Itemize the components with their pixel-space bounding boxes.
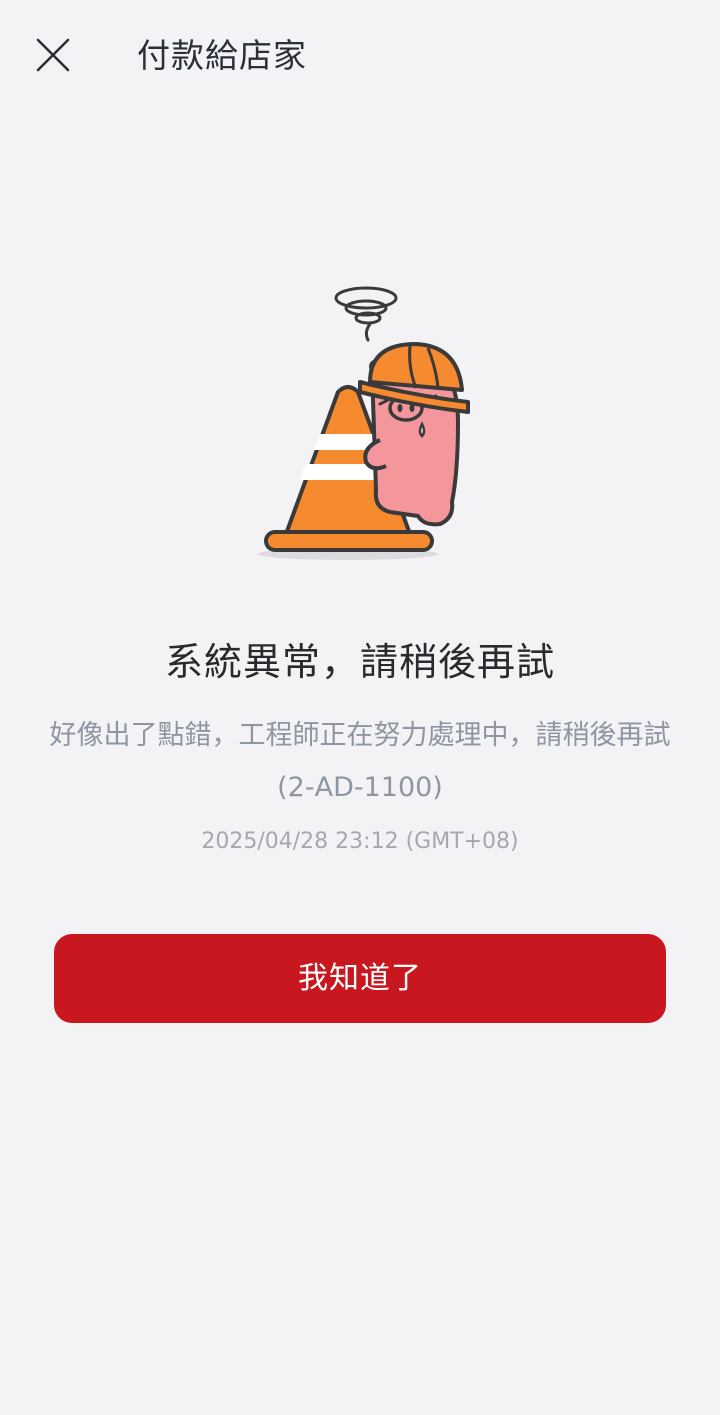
close-icon bbox=[36, 38, 70, 72]
page-title: 付款給店家 bbox=[137, 36, 307, 75]
pig-with-traffic-cone-illustration bbox=[240, 272, 490, 572]
top-bar: 付款給店家 bbox=[0, 0, 720, 110]
close-button[interactable] bbox=[24, 26, 82, 84]
error-description: 好像出了點錯，工程師正在努力處理中，請稍後再試 (2-AD-1100) bbox=[49, 720, 671, 803]
acknowledge-button[interactable]: 我知道了 bbox=[54, 934, 666, 1023]
error-timestamp: 2025/04/28 23:12 (GMT+08) bbox=[201, 829, 519, 854]
error-title: 系統異常，請稍後再試 bbox=[164, 640, 555, 684]
